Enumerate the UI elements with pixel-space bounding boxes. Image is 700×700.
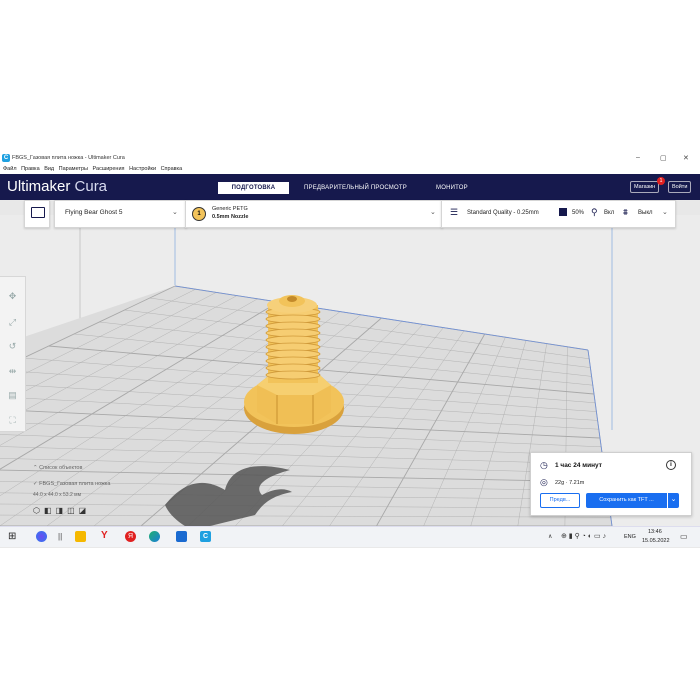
window-title: FBGS_Газовая плита ножка - Ultimaker Cur… bbox=[12, 155, 125, 161]
windows-start-icon[interactable]: ⊞ bbox=[8, 531, 16, 542]
clock-time[interactable]: 13:46 bbox=[648, 529, 662, 535]
cura-taskbar-icon[interactable]: C bbox=[200, 531, 211, 542]
adhesion-value: Выкл bbox=[638, 210, 653, 216]
clock-date[interactable]: 15.05.2022 bbox=[642, 538, 670, 544]
preview-button[interactable]: Предв... bbox=[540, 493, 580, 508]
nozzle-size: 0.5mm Nozzle bbox=[212, 214, 249, 220]
tab-prepare[interactable]: ПОДГОТОВКА bbox=[218, 182, 289, 194]
tab-preview[interactable]: ПРЕДВАРИТЕЛЬНЫЙ ПРОСМОТР bbox=[296, 182, 415, 194]
object-list: ⌃ Список объектов ✓ FBGS_Газовая плита н… bbox=[30, 463, 190, 523]
transform-toolbar: ✥ ⤢ ↺ ⇹ ▤ ⛶ bbox=[0, 276, 26, 432]
print-time: 1 час 24 минут bbox=[555, 462, 602, 469]
infill-icon bbox=[559, 208, 567, 216]
infill-value: 50% bbox=[572, 210, 585, 216]
quality-profile: Standard Quality - 0.25mm bbox=[467, 210, 539, 216]
windows-taskbar: ⊞ || Y Я C ∧ ⊕ ▮ ⚲ ◔ ◐ ▭ ♪ ENG 13:46 15.… bbox=[0, 526, 700, 547]
object-item[interactable]: FBGS_Газовая плита ножка bbox=[39, 481, 110, 487]
tray-chevron-icon[interactable]: ∧ bbox=[548, 533, 552, 540]
rotate-tool-icon[interactable]: ↺ bbox=[7, 341, 18, 352]
view-right-icon[interactable]: ◪ bbox=[79, 506, 91, 515]
tab-monitor[interactable]: МОНИТОР bbox=[428, 182, 476, 194]
object-dimensions: 44.0 x 44.0 x 53.2 мм bbox=[33, 492, 82, 498]
printer-name: Flying Bear Ghost 5 bbox=[65, 209, 123, 216]
object-list-title[interactable]: Список объектов bbox=[39, 465, 82, 471]
chevron-down-icon[interactable]: ⌄ bbox=[668, 493, 679, 508]
chevron-icon[interactable]: ⌃ bbox=[33, 465, 38, 471]
menu-bar: Файл Правка Вид Параметры Расширения Нас… bbox=[0, 164, 700, 174]
alice-assistant-icon[interactable] bbox=[36, 531, 47, 542]
chevron-down-icon: ⌄ bbox=[662, 209, 668, 216]
cura-icon: C bbox=[2, 154, 10, 162]
yandex-icon[interactable]: Я bbox=[125, 531, 136, 542]
scale-tool-icon[interactable]: ⤢ bbox=[7, 317, 18, 328]
view-left-icon[interactable]: ◫ bbox=[67, 506, 79, 515]
monitor-app-icon[interactable] bbox=[176, 531, 187, 542]
material-selector[interactable]: 1 Generic PETG 0.5mm Nozzle ⌄ bbox=[185, 200, 443, 228]
input-language[interactable]: ENG bbox=[624, 534, 636, 540]
menu-settings[interactable]: Параметры bbox=[59, 166, 88, 172]
spool-icon: ◎ bbox=[540, 477, 548, 487]
folder-icon bbox=[31, 207, 45, 218]
maximize-icon[interactable]: ▢ bbox=[660, 154, 667, 162]
minimize-icon[interactable]: – bbox=[636, 154, 640, 161]
menu-edit[interactable]: Правка bbox=[21, 166, 40, 172]
material-usage: 22g · 7.21m bbox=[555, 480, 585, 486]
view-top-icon[interactable]: ◨ bbox=[56, 506, 68, 515]
adhesion-icon: ⩩ bbox=[623, 207, 628, 217]
ultimaker-cura-logo: Ultimaker Cura bbox=[7, 178, 107, 195]
support-blocker-icon[interactable]: ⛶ bbox=[7, 415, 18, 426]
logo-main: Ultimaker bbox=[7, 178, 71, 195]
menu-help[interactable]: Справка bbox=[161, 166, 183, 172]
extruder-icon: 1 bbox=[192, 207, 206, 221]
chevron-down-icon: ⌄ bbox=[172, 209, 178, 216]
material-name: Generic PETG bbox=[212, 206, 248, 212]
per-model-settings-icon[interactable]: ▤ bbox=[7, 390, 18, 401]
menu-view[interactable]: Вид bbox=[44, 166, 54, 172]
chevron-down-icon: ⌄ bbox=[430, 209, 436, 216]
title-bar: C FBGS_Газовая плита ножка - Ultimaker C… bbox=[0, 152, 700, 164]
menu-file[interactable]: Файл bbox=[3, 166, 17, 172]
notifications-icon[interactable]: ▭ bbox=[680, 532, 688, 541]
signin-button[interactable]: Войти bbox=[668, 181, 692, 193]
view-3d-icon[interactable]: ⬡ bbox=[33, 506, 44, 515]
view-front-icon[interactable]: ◧ bbox=[44, 506, 56, 515]
save-to-tft-button[interactable]: Сохранить как TFT ... bbox=[586, 493, 667, 508]
marketplace-button[interactable]: Магазин bbox=[630, 181, 660, 193]
notification-badge: 1 bbox=[657, 177, 665, 185]
menu-extensions[interactable]: Расширения bbox=[93, 166, 125, 172]
support-icon: ⚲ bbox=[591, 207, 598, 217]
logo-sub: Cura bbox=[74, 178, 108, 195]
close-icon[interactable]: ✕ bbox=[683, 154, 689, 162]
printer-selector[interactable]: Flying Bear Ghost 5 ⌄ bbox=[54, 200, 187, 228]
app-header: Ultimaker Cura ПОДГОТОВКА ПРЕДВАРИТЕЛЬНЫ… bbox=[0, 174, 700, 200]
check-icon: ✓ bbox=[33, 481, 38, 487]
move-tool-icon[interactable]: ✥ bbox=[7, 291, 18, 302]
task-view-icon[interactable]: || bbox=[58, 532, 62, 541]
sliders-icon: ☰ bbox=[450, 207, 459, 217]
mirror-tool-icon[interactable]: ⇹ bbox=[7, 366, 18, 377]
edge-icon[interactable] bbox=[149, 531, 160, 542]
support-value: Вкл bbox=[604, 210, 615, 216]
print-settings-selector[interactable]: ☰ Standard Quality - 0.25mm 50% ⚲ Вкл ⩩ … bbox=[441, 200, 676, 228]
info-icon[interactable]: i bbox=[666, 460, 676, 470]
print-summary-panel: ◷ 1 час 24 минут i ◎ 22g · 7.21m Предв..… bbox=[530, 452, 692, 516]
yandex-browser-icon[interactable]: Y bbox=[101, 530, 108, 541]
menu-preferences[interactable]: Настройки bbox=[129, 166, 156, 172]
tray-icons[interactable]: ⊕ ▮ ⚲ ◔ ◐ ▭ ♪ bbox=[561, 532, 606, 540]
clock-icon: ◷ bbox=[540, 460, 548, 470]
open-file-button[interactable] bbox=[24, 200, 50, 228]
file-explorer-icon[interactable] bbox=[75, 531, 86, 542]
